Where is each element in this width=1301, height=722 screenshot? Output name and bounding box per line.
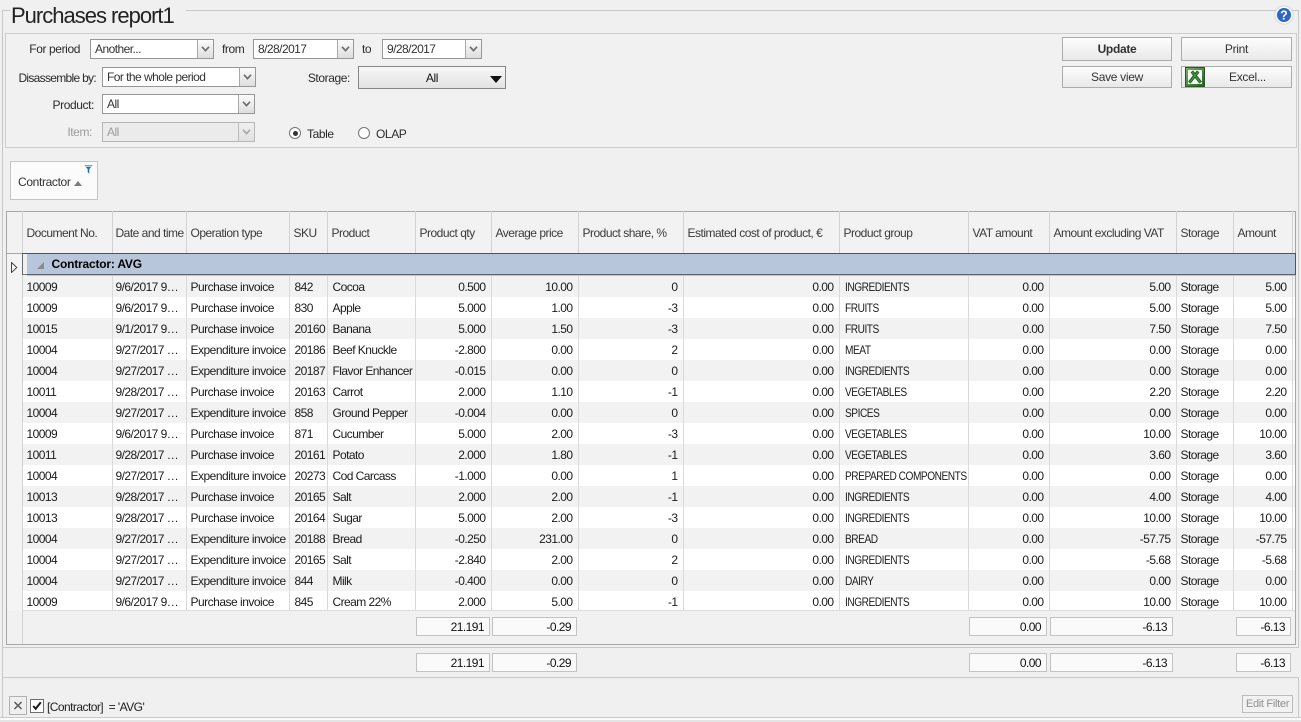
svg-text:?: ? [1280, 9, 1288, 23]
